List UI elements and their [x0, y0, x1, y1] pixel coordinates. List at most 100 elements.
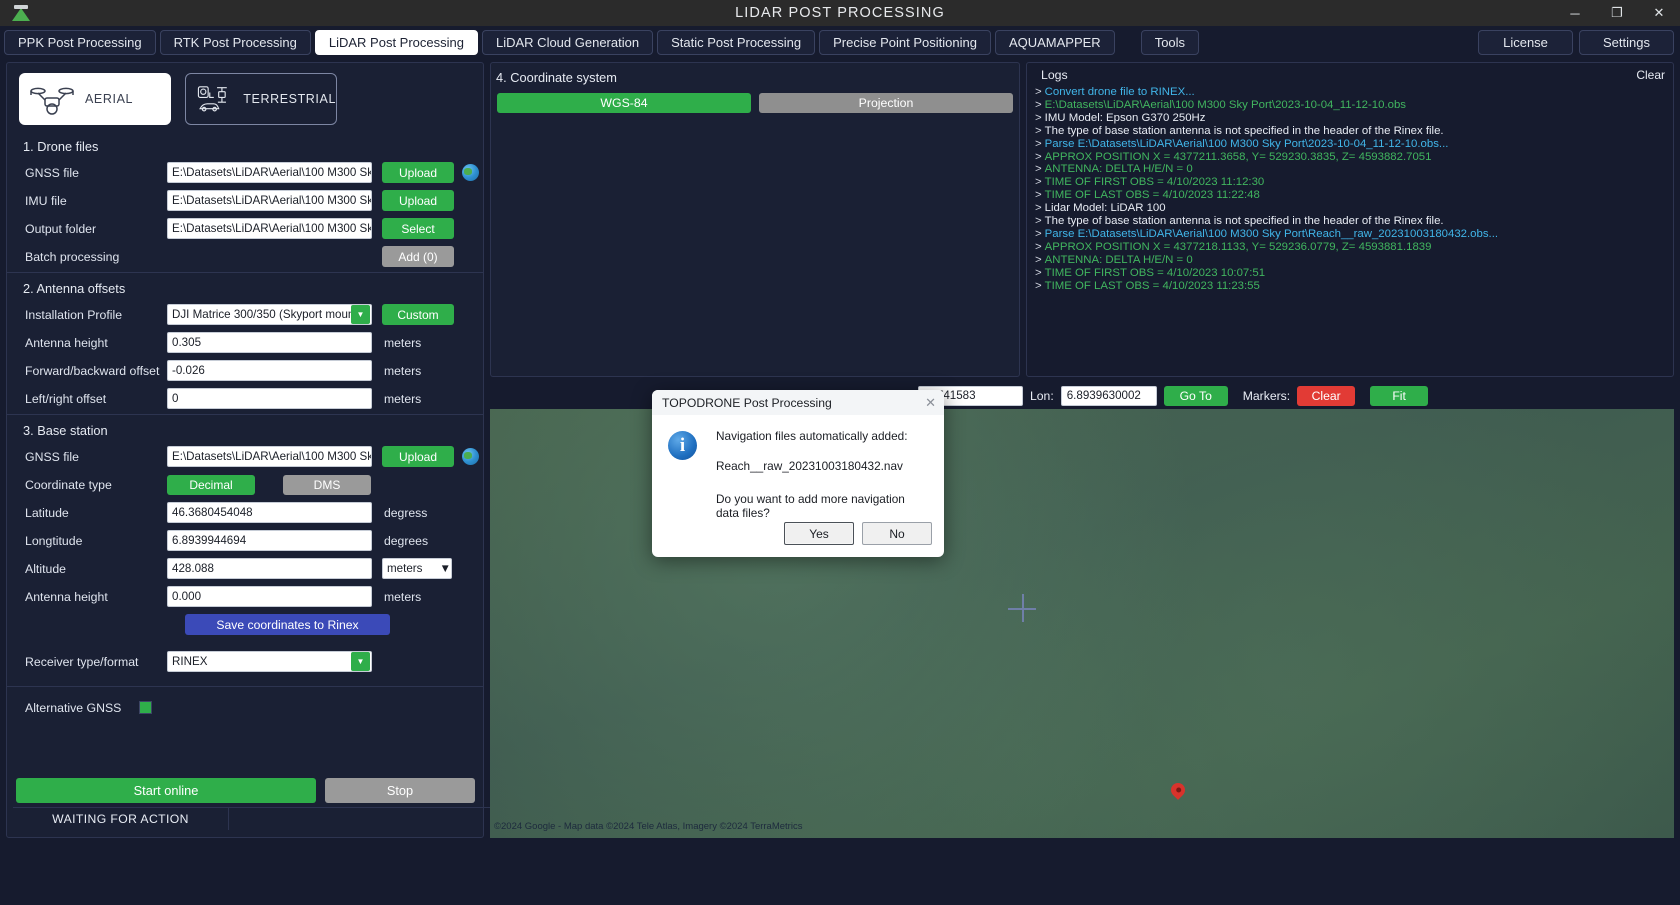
- row-output-folder: Output folder E:\Datasets\LiDAR\Aerial\1…: [7, 216, 483, 241]
- tab-lidar-post-processing[interactable]: LiDAR Post Processing: [314, 30, 478, 55]
- minimize-icon[interactable]: ─: [1554, 0, 1596, 26]
- dialog-no-button[interactable]: No: [862, 522, 932, 545]
- close-icon[interactable]: ✕: [1638, 0, 1680, 26]
- stop-button[interactable]: Stop: [325, 778, 475, 803]
- select-installation-profile[interactable]: DJI Matrice 300/350 (Skyport mount) ▼: [167, 304, 372, 325]
- tab-tools[interactable]: Tools: [1140, 30, 1200, 55]
- log-line-text: IMU Model: Epson G370 250Hz: [1044, 111, 1206, 124]
- input-antenna-height[interactable]: 0.305: [167, 332, 372, 353]
- row-base-gnss-file: GNSS file E:\Datasets\LiDAR\Aerial\100 M…: [7, 444, 483, 469]
- log-bullet-icon: >: [1035, 240, 1042, 253]
- dialog-message: Navigation files automatically added: Re…: [716, 429, 930, 520]
- input-output-folder[interactable]: E:\Datasets\LiDAR\Aerial\100 M300 Sky Po: [167, 218, 372, 239]
- unit-base-antenna-height: meters: [384, 589, 422, 604]
- tab-ppk-post-processing[interactable]: PPK Post Processing: [4, 30, 156, 55]
- add-batch-button[interactable]: Add (0): [382, 246, 454, 267]
- log-bullet-icon: >: [1035, 202, 1042, 215]
- map-marker-pin-icon[interactable]: [1168, 780, 1188, 803]
- tab-precise-point-positioning[interactable]: Precise Point Positioning: [819, 30, 991, 55]
- maximize-icon[interactable]: ❐: [1596, 0, 1638, 26]
- map-goto-button[interactable]: Go To: [1163, 385, 1228, 406]
- save-coordinates-to-rinex-button[interactable]: Save coordinates to Rinex: [185, 614, 390, 635]
- row-installation-profile: Installation Profile DJI Matrice 300/350…: [7, 302, 483, 327]
- coordinate-type-decimal-button[interactable]: Decimal: [167, 474, 255, 495]
- log-bullet-icon: >: [1035, 163, 1042, 176]
- log-bullet-icon: >: [1035, 266, 1042, 279]
- map-clear-markers-button[interactable]: Clear: [1297, 385, 1356, 406]
- section-antenna-offsets-title: 2. Antenna offsets: [23, 281, 126, 296]
- unit-latitude: degress: [384, 505, 428, 520]
- row-drone-gnss-file: GNSS file E:\Datasets\LiDAR\Aerial\100 M…: [7, 160, 483, 185]
- mode-card-aerial[interactable]: AERIAL: [19, 73, 171, 125]
- section-base-station-title: 3. Base station: [23, 423, 108, 438]
- chevron-down-icon-receiver[interactable]: ▼: [351, 652, 370, 671]
- globe-icon-base-gnss[interactable]: [462, 448, 479, 465]
- input-lateral-offset[interactable]: 0: [167, 388, 372, 409]
- divider-2: [7, 414, 483, 415]
- upload-drone-imu-button[interactable]: Upload: [382, 190, 454, 211]
- coordinate-system-projection-button[interactable]: Projection: [759, 93, 1013, 113]
- custom-profile-button[interactable]: Custom: [382, 304, 454, 325]
- tab-aquamapper[interactable]: AQUAMAPPER: [994, 30, 1115, 55]
- log-bullet-icon: >: [1035, 279, 1042, 292]
- chevron-down-icon-profile[interactable]: ▼: [351, 305, 370, 324]
- select-receiver-type[interactable]: RINEX ▼: [167, 651, 372, 672]
- map-fit-button[interactable]: Fit: [1370, 385, 1429, 406]
- globe-icon-drone-gnss[interactable]: [462, 164, 479, 181]
- checkbox-alternative-gnss[interactable]: [139, 701, 153, 714]
- log-line: > TIME OF FIRST OBS = 4/10/2023 10:07:51: [1033, 267, 1673, 280]
- tab-settings[interactable]: Settings: [1579, 30, 1674, 55]
- row-altitude: Altitude 428.088 meters ▼: [7, 556, 483, 581]
- input-altitude[interactable]: 428.088: [167, 558, 372, 579]
- log-line-text: APPROX POSITION X = 4377211.3658, Y= 529…: [1044, 150, 1432, 163]
- dialog-close-icon[interactable]: ✕: [925, 395, 936, 411]
- start-online-button[interactable]: Start online: [16, 778, 316, 803]
- input-longitude[interactable]: 6.8939944694: [167, 530, 372, 551]
- chevron-down-icon-altitude-unit[interactable]: ▼: [440, 562, 451, 575]
- log-line-text: ANTENNA: DELTA H/E/N = 0: [1044, 253, 1193, 266]
- input-latitude[interactable]: 46.3680454048: [167, 502, 372, 523]
- label-alternative-gnss: Alternative GNSS: [25, 700, 122, 715]
- input-drone-imu-file[interactable]: E:\Datasets\LiDAR\Aerial\100 M300 Sky Po: [167, 190, 372, 211]
- log-line: > Lidar Model: LiDAR 100: [1033, 202, 1673, 215]
- unit-lateral-offset: meters: [384, 391, 422, 406]
- log-line: > ANTENNA: DELTA H/E/N = 0: [1033, 254, 1673, 267]
- select-altitude-unit[interactable]: meters ▼: [382, 558, 452, 579]
- log-bullet-icon: >: [1035, 137, 1042, 150]
- installation-profile-value: DJI Matrice 300/350 (Skyport mount): [172, 308, 351, 321]
- upload-drone-gnss-button[interactable]: Upload: [382, 162, 454, 183]
- coordinate-type-dms-button[interactable]: DMS: [283, 474, 371, 495]
- map-lon-input[interactable]: 6.8939630002: [1060, 385, 1157, 406]
- label-coordinate-type: Coordinate type: [25, 477, 112, 492]
- input-drone-gnss-file[interactable]: E:\Datasets\LiDAR\Aerial\100 M300 Sky Po: [167, 162, 372, 183]
- logs-clear-button[interactable]: Clear: [1636, 68, 1665, 82]
- dialog-yes-button[interactable]: Yes: [784, 522, 854, 545]
- log-bullet-icon: >: [1035, 176, 1042, 189]
- log-bullet-icon: >: [1035, 215, 1042, 228]
- label-longitude: Longtitude: [25, 533, 83, 548]
- mode-label-aerial: AERIAL: [85, 92, 134, 106]
- log-line: > TIME OF FIRST OBS = 4/10/2023 11:12:30: [1033, 176, 1673, 189]
- dialog-buttons: Yes No: [784, 522, 932, 545]
- select-output-folder-button[interactable]: Select: [382, 218, 454, 239]
- dialog-header: TOPODRONE Post Processing ✕: [652, 390, 944, 415]
- row-latitude: Latitude 46.3680454048 degress: [7, 500, 483, 525]
- label-drone-gnss-file: GNSS file: [25, 165, 79, 180]
- mode-card-terrestrial[interactable]: TERRESTRIAL: [185, 73, 337, 125]
- input-base-antenna-height[interactable]: 0.000: [167, 586, 372, 607]
- tab-license[interactable]: License: [1478, 30, 1573, 55]
- label-output-folder: Output folder: [25, 221, 97, 236]
- input-forward-offset[interactable]: -0.026: [167, 360, 372, 381]
- mode-label-terrestrial: TERRESTRIAL: [243, 92, 336, 106]
- tab-lidar-cloud-generation[interactable]: LiDAR Cloud Generation: [482, 30, 654, 55]
- tab-static-post-processing[interactable]: Static Post Processing: [657, 30, 816, 55]
- label-receiver-type: Receiver type/format: [25, 654, 139, 669]
- label-base-antenna-height: Antenna height: [25, 589, 108, 604]
- tab-rtk-post-processing[interactable]: RTK Post Processing: [159, 30, 311, 55]
- input-base-gnss-file[interactable]: E:\Datasets\LiDAR\Aerial\100 M300 Sky Po: [167, 446, 372, 467]
- logs-list[interactable]: > Convert drone file to RINEX... > E:\Datas…: [1027, 84, 1673, 293]
- log-line-text: Lidar Model: LiDAR 100: [1044, 202, 1166, 215]
- status-separator: [228, 807, 229, 830]
- coordinate-system-wgs84-button[interactable]: WGS-84: [497, 93, 751, 113]
- upload-base-gnss-button[interactable]: Upload: [382, 446, 454, 467]
